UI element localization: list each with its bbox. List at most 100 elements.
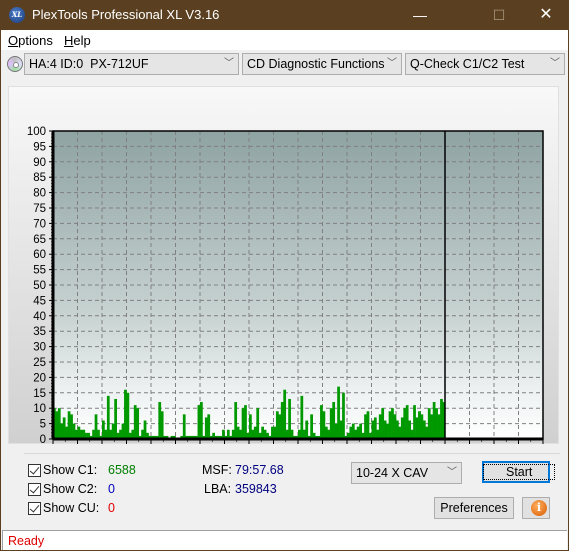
c1-bar xyxy=(261,426,264,439)
c1-bar xyxy=(234,402,238,439)
y-tick-label: 45 xyxy=(33,295,46,307)
y-tick-label: 95 xyxy=(33,141,46,153)
y-tick-label: 75 xyxy=(33,203,46,215)
c1-bar xyxy=(339,420,343,439)
c1-bar xyxy=(136,408,140,439)
c1-bar xyxy=(111,423,115,439)
y-tick-label: 30 xyxy=(33,342,46,354)
test-select[interactable]: Q-Check C1/C2 Test ﹀ xyxy=(405,53,565,75)
y-tick-label: 10 xyxy=(33,403,46,415)
speed-select[interactable]: 10-24 X CAV ﹀ xyxy=(351,462,462,484)
c1-bar xyxy=(342,392,345,439)
y-tick-label: 65 xyxy=(33,234,46,246)
show-c1-checkbox[interactable] xyxy=(28,464,41,477)
info-button[interactable]: i xyxy=(522,497,550,519)
c1-bar xyxy=(420,414,424,439)
c1-bar xyxy=(337,386,340,439)
c1-bar xyxy=(65,426,68,439)
menu-help-mnemonic: H xyxy=(64,33,74,48)
c1-bar xyxy=(427,408,431,439)
y-tick-label: 15 xyxy=(33,388,46,400)
c1-count: 6588 xyxy=(108,463,136,477)
drive-select-value: HA:4 ID:0 PX-712UF xyxy=(29,57,149,71)
c1-bar xyxy=(280,402,284,439)
c1-bar xyxy=(415,417,419,439)
c2-count: 0 xyxy=(108,482,115,496)
c1-bar xyxy=(320,405,323,439)
c1-bar xyxy=(356,426,360,439)
c1-bar xyxy=(371,420,375,439)
show-c1-label: Show C1: xyxy=(43,463,98,477)
c1-bar xyxy=(273,426,277,439)
y-tick-label: 35 xyxy=(33,326,46,338)
y-tick-label: 80 xyxy=(33,188,46,200)
c1-bar xyxy=(94,414,98,439)
c1-bar xyxy=(158,402,162,439)
c1-bar xyxy=(253,426,257,439)
c1-bar xyxy=(256,408,260,439)
c1-bar xyxy=(396,420,399,439)
c1-bar xyxy=(275,411,279,439)
y-tick-label: 70 xyxy=(33,218,46,230)
app-window: XL PlexTools Professional XL V3.16 — ☐ ✕… xyxy=(0,0,569,551)
y-tick-label: 0 xyxy=(40,434,46,445)
client-area: Options Help HA:4 ID:0 PX-712UF ﹀ CD Dia… xyxy=(1,30,568,550)
c1-bar xyxy=(322,411,326,439)
c1-bar xyxy=(124,389,127,439)
chevron-down-icon: ﹀ xyxy=(550,58,560,69)
c1-bar xyxy=(106,395,110,439)
c1-bar xyxy=(366,411,370,439)
function-select-value: CD Diagnostic Functions xyxy=(247,57,385,71)
start-button-label: Start xyxy=(482,464,556,480)
minimize-button[interactable]: — xyxy=(397,0,443,30)
preferences-button[interactable]: Preferences xyxy=(434,497,514,519)
function-select[interactable]: CD Diagnostic Functions ﹀ xyxy=(242,53,402,75)
c1-bar xyxy=(207,414,211,439)
c1-bar xyxy=(378,414,382,439)
c1-bar xyxy=(329,408,333,439)
menu-help[interactable]: Help xyxy=(64,33,91,48)
show-c2-checkbox[interactable] xyxy=(28,483,41,496)
title-bar: XL PlexTools Professional XL V3.16 — ☐ ✕ xyxy=(0,0,569,30)
c1-bar xyxy=(332,402,336,439)
c1-bar xyxy=(241,408,245,439)
chevron-down-icon: ﹀ xyxy=(387,58,397,69)
c1-bar xyxy=(114,398,117,439)
c1-bar xyxy=(72,423,76,439)
lba-label: LBA: xyxy=(204,482,232,496)
y-tick-label: 60 xyxy=(33,249,46,261)
start-button[interactable]: Start xyxy=(482,461,556,483)
c1-bar xyxy=(324,426,328,439)
c1-bar xyxy=(386,423,389,439)
c1-bar xyxy=(160,411,164,439)
c1-bar xyxy=(364,414,367,439)
close-button[interactable]: ✕ xyxy=(523,0,569,30)
c1-bar xyxy=(67,411,71,439)
drive-select[interactable]: HA:4 ID:0 PX-712UF ﹀ xyxy=(24,53,239,75)
c1-bar xyxy=(60,423,64,439)
menu-options-label: ptions xyxy=(18,33,53,48)
y-tick-label: 50 xyxy=(33,280,46,292)
c1-bar xyxy=(271,426,274,439)
menu-options-mnemonic: O xyxy=(8,33,19,48)
c1-bar xyxy=(405,405,409,439)
c1-bar xyxy=(391,408,394,439)
y-tick-label: 20 xyxy=(33,372,46,384)
maximize-button[interactable]: ☐ xyxy=(476,0,522,30)
c1-bar xyxy=(62,417,66,439)
menu-help-label: elp xyxy=(73,33,91,48)
c1-bar xyxy=(408,420,411,439)
c1-bar xyxy=(77,426,81,439)
y-tick-label: 100 xyxy=(27,126,46,138)
c1-bar xyxy=(388,411,392,439)
show-cu-checkbox[interactable] xyxy=(28,502,41,515)
y-tick-label: 40 xyxy=(33,311,46,323)
chevron-down-icon: ﹀ xyxy=(224,58,234,69)
c1-bar xyxy=(400,417,404,439)
c1-bar xyxy=(334,423,338,439)
menu-options[interactable]: Options xyxy=(8,33,53,48)
c1-bar xyxy=(359,423,362,439)
c1-bar xyxy=(197,405,201,439)
c1-c2-chart: 0 5 10 15 20 25 30 35 40 45 50 55 60 65 70 75 80 85 90 95 10… xyxy=(27,126,544,445)
msf-label: MSF: xyxy=(202,463,232,477)
